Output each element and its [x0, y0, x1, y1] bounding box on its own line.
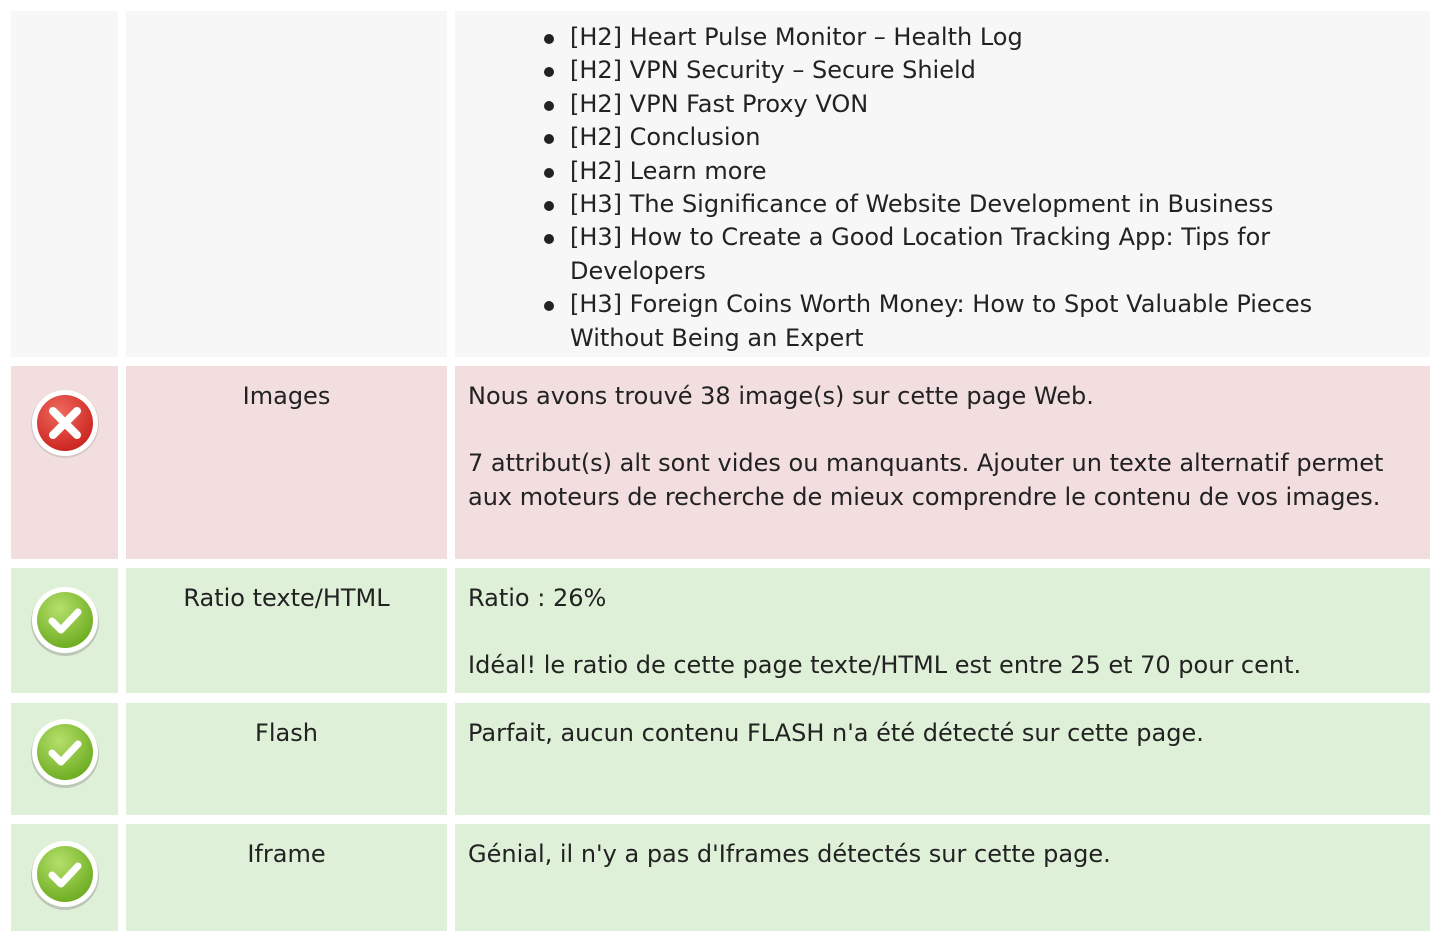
result-text: Génial, il n'y a pas d'Iframes détectés … — [468, 840, 1111, 868]
list-item: [H3] Foreign Coins Worth Money: How to S… — [541, 288, 1410, 355]
heading-text: [H3] How to Create a Good Location Track… — [570, 223, 1271, 285]
ratio-status-cell — [11, 568, 118, 693]
result-text: Nous avons trouvé 38 image(s) sur cette … — [468, 382, 1094, 410]
row-label: Flash — [255, 719, 318, 747]
headings-label-cell — [126, 11, 447, 357]
heading-text: [H3] Foreign Coins Worth Money: How to S… — [570, 290, 1313, 352]
ratio-content-cell: Ratio : 26% Idéal! le ratio de cette pag… — [455, 568, 1430, 693]
heading-text: [H3] The Significance of Website Develop… — [570, 190, 1274, 219]
check-icon — [31, 719, 99, 788]
bullet-icon — [544, 234, 554, 245]
iframe-status-cell — [11, 824, 118, 931]
error-x-icon — [31, 390, 99, 458]
heading-text: [H2] Heart Pulse Monitor – Health Log — [570, 23, 1023, 51]
check-icon — [31, 841, 99, 910]
flash-content-cell: Parfait, aucun contenu FLASH n'a été dét… — [455, 703, 1430, 815]
bullet-icon — [544, 34, 554, 44]
list-item: [H3] The Significance of Website Develop… — [541, 188, 1410, 221]
bullet-icon — [544, 167, 554, 178]
images-label-cell: Images — [126, 366, 447, 559]
headings-icon-cell — [11, 11, 118, 357]
images-status-cell — [11, 366, 118, 559]
headings-content-cell: [H2] Heart Pulse Monitor – Health Log [H… — [455, 11, 1430, 357]
result-text: Parfait, aucun contenu FLASH n'a été dét… — [468, 719, 1204, 747]
row-label: Images — [242, 382, 331, 410]
list-item: [H2] Learn more — [541, 155, 1410, 188]
result-text: Ratio : 26% — [468, 584, 607, 612]
headings-list: [H2] Heart Pulse Monitor – Health Log [H… — [541, 21, 1410, 355]
result-detail-text: Idéal! le ratio de cette page texte/HTML… — [468, 651, 1302, 679]
bullet-icon — [544, 100, 554, 111]
list-item: [H2] VPN Security – Secure Shield — [541, 54, 1410, 87]
result-detail-text: 7 attribut(s) alt sont vides ou manquant… — [468, 449, 1384, 511]
iframe-content-cell: Génial, il n'y a pas d'Iframes détectés … — [455, 824, 1430, 931]
row-label: Ratio texte/HTML — [183, 584, 390, 612]
images-content-cell: Nous avons trouvé 38 image(s) sur cette … — [455, 366, 1430, 559]
list-item: [H2] Heart Pulse Monitor – Health Log — [541, 21, 1410, 54]
list-item: [H2] Conclusion — [541, 121, 1410, 154]
bullet-icon — [544, 201, 554, 212]
heading-text: [H2] Conclusion — [570, 123, 761, 152]
iframe-row: Iframe Génial, il n'y a pas d'Iframes dé… — [0, 824, 1430, 931]
flash-row: Flash Parfait, aucun contenu FLASH n'a é… — [0, 703, 1430, 815]
bullet-icon — [544, 301, 554, 312]
heading-text: [H2] VPN Fast Proxy VON — [570, 89, 869, 118]
ratio-row: Ratio texte/HTML Ratio : 26% Idéal! le r… — [0, 568, 1430, 693]
bullet-icon — [544, 134, 554, 145]
ratio-label-cell: Ratio texte/HTML — [126, 568, 447, 693]
images-row: Images Nous avons trouvé 38 image(s) sur… — [0, 366, 1430, 559]
list-item: [H3] How to Create a Good Location Track… — [541, 221, 1410, 288]
headings-row: [H2] Heart Pulse Monitor – Health Log [H… — [0, 11, 1430, 357]
flash-label-cell: Flash — [126, 703, 447, 815]
iframe-label-cell: Iframe — [126, 824, 447, 931]
check-icon — [31, 587, 99, 656]
bullet-icon — [544, 67, 554, 78]
row-label: Iframe — [247, 840, 326, 868]
flash-status-cell — [11, 703, 118, 815]
heading-text: [H2] VPN Security – Secure Shield — [570, 56, 976, 85]
heading-text: [H2] Learn more — [570, 156, 767, 185]
list-item: [H2] VPN Fast Proxy VON — [541, 88, 1410, 121]
